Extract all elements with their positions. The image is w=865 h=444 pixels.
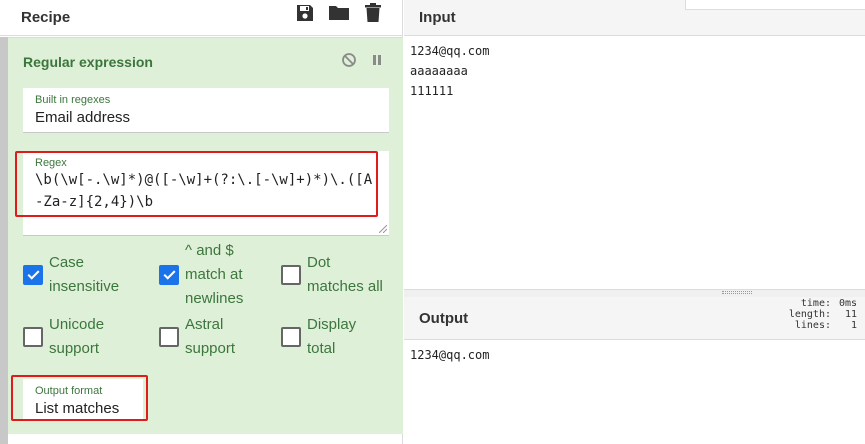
left-scroll-strip xyxy=(0,37,8,444)
save-icon[interactable] xyxy=(294,2,316,24)
output-stats: time: 0ms length: 11 lines: 1 xyxy=(789,298,857,331)
dot-matches-all-checkbox[interactable] xyxy=(281,265,301,285)
operation-controls xyxy=(341,52,385,73)
input-tab-area xyxy=(685,0,865,10)
astral-support-checkbox[interactable] xyxy=(159,327,179,347)
case-insensitive-checkbox[interactable] xyxy=(23,265,43,285)
case-insensitive-label: Case insensitive xyxy=(49,254,120,295)
output-line: 1234@qq.com xyxy=(410,348,490,362)
input-line: 1234@qq.com xyxy=(410,44,490,58)
unicode-support-option[interactable]: Unicode support xyxy=(23,313,104,361)
unicode-support-label: Unicode support xyxy=(49,316,105,357)
output-title: Output xyxy=(419,309,469,327)
output-textarea[interactable]: 1234@qq.com xyxy=(404,341,865,444)
multiline-option[interactable]: ^ and $ match at newlines xyxy=(159,239,243,311)
recipe-title: Recipe xyxy=(21,9,71,26)
resize-grip-icon[interactable] xyxy=(379,225,387,233)
lines-label: lines: xyxy=(794,320,831,331)
operation-title: Regular expression xyxy=(23,54,153,70)
length-value: 11 xyxy=(844,309,857,320)
time-value: 0ms xyxy=(838,298,857,309)
astral-support-option[interactable]: Astral support xyxy=(159,313,235,361)
builtin-regexes-select[interactable]: Built in regexes Email address xyxy=(23,88,389,133)
input-line: 111111 xyxy=(410,84,454,98)
output-format-highlight-box xyxy=(11,375,148,421)
splitter-grip[interactable] xyxy=(722,291,752,294)
dot-matches-all-label: Dot matches all xyxy=(307,254,383,295)
length-label: length: xyxy=(788,309,831,320)
astral-support-label: Astral support xyxy=(185,316,236,357)
io-splitter[interactable] xyxy=(404,289,865,297)
pause-icon[interactable] xyxy=(369,52,385,73)
recipe-actions xyxy=(294,2,384,24)
lines-value: 1 xyxy=(850,320,857,331)
unicode-support-checkbox[interactable] xyxy=(23,327,43,347)
cyberchef-window: Recipe Regular expression Built in regex… xyxy=(0,0,865,444)
regular-expression-operation: Regular expression Built in regexes Emai… xyxy=(8,37,403,434)
multiline-label: ^ and $ match at newlines xyxy=(185,242,244,307)
multiline-checkbox[interactable] xyxy=(159,265,179,285)
folder-icon[interactable] xyxy=(328,2,350,24)
input-title: Input xyxy=(419,9,456,26)
regex-highlight-box xyxy=(15,151,378,217)
display-total-checkbox[interactable] xyxy=(281,327,301,347)
builtin-regexes-label: Built in regexes xyxy=(35,94,111,106)
dot-matches-all-option[interactable]: Dot matches all xyxy=(281,251,383,299)
input-line: aaaaaaaa xyxy=(410,64,468,78)
display-total-label: Display total xyxy=(307,316,357,357)
builtin-regexes-value: Email address xyxy=(35,109,131,126)
recipe-panel: Recipe Regular expression Built in regex… xyxy=(0,0,403,444)
disable-icon[interactable] xyxy=(341,52,357,73)
time-label: time: xyxy=(800,298,831,309)
output-header: Output time: 0ms length: 11 lines: 1 xyxy=(404,297,865,340)
trash-icon[interactable] xyxy=(362,2,384,24)
display-total-option[interactable]: Display total xyxy=(281,313,356,361)
input-textarea[interactable]: 1234@qq.com aaaaaaaa 111111 xyxy=(404,37,865,289)
input-header: Input xyxy=(404,0,865,36)
case-insensitive-option[interactable]: Case insensitive xyxy=(23,251,119,299)
